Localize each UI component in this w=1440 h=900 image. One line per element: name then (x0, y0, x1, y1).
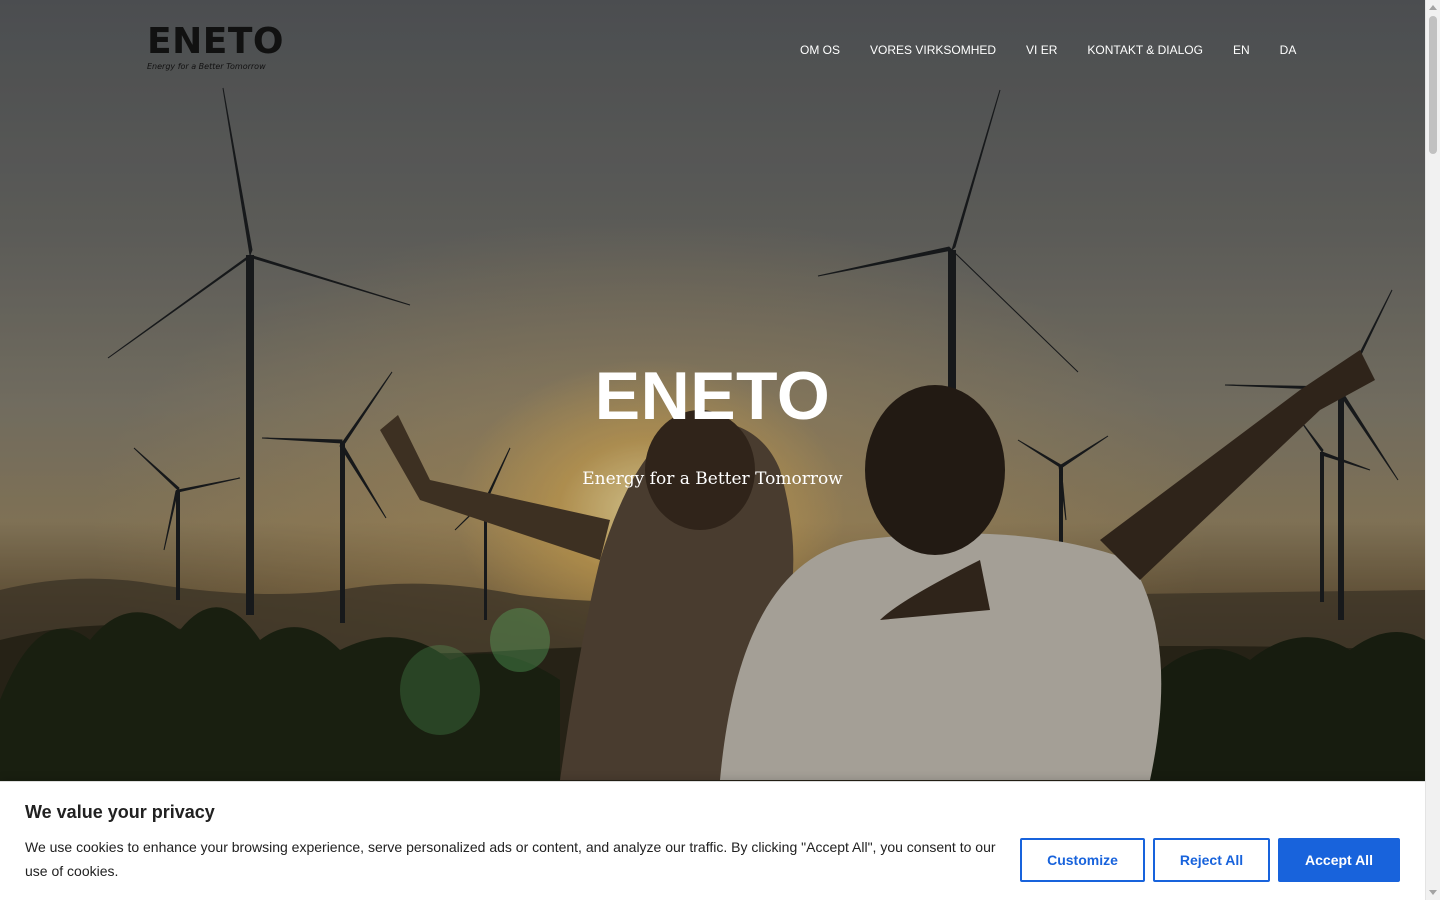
site-logo[interactable]: ENETO Energy for a Better Tomorrow (147, 21, 284, 74)
vertical-scrollbar[interactable] (1425, 0, 1440, 900)
nav-item-vi-er[interactable]: VI ER (1011, 42, 1072, 58)
scroll-down-arrow-icon[interactable] (1429, 890, 1437, 895)
main-nav: OM OS VORES VIRKSOMHED VI ER KONTAKT & D… (785, 42, 1311, 58)
customize-button[interactable]: Customize (1020, 838, 1145, 882)
cookie-banner: We value your privacy We use cookies to … (0, 781, 1425, 900)
scroll-up-arrow-icon[interactable] (1429, 5, 1437, 10)
nav-item-vores-virksomhed[interactable]: VORES VIRKSOMHED (855, 42, 1011, 58)
reject-all-button[interactable]: Reject All (1153, 838, 1270, 882)
hero-subtitle: Energy for a Better Tomorrow (582, 469, 843, 489)
hero-overlay (0, 0, 1425, 900)
logo-wordmark: ENETO (147, 21, 284, 62)
accept-all-button[interactable]: Accept All (1278, 838, 1400, 882)
cookie-banner-title: We value your privacy (25, 802, 215, 822)
scrollbar-thumb[interactable] (1429, 16, 1437, 154)
nav-item-lang-en[interactable]: EN (1218, 42, 1265, 58)
hero-title: ENETO (594, 358, 831, 434)
logo-tagline: Energy for a Better Tomorrow (147, 62, 266, 71)
hero-section (0, 0, 1425, 900)
nav-item-om-os[interactable]: OM OS (785, 42, 855, 58)
nav-item-lang-da[interactable]: DA (1265, 42, 1312, 58)
cookie-banner-text: We use cookies to enhance your browsing … (25, 839, 996, 879)
nav-item-kontakt-dialog[interactable]: KONTAKT & DIALOG (1072, 42, 1218, 58)
